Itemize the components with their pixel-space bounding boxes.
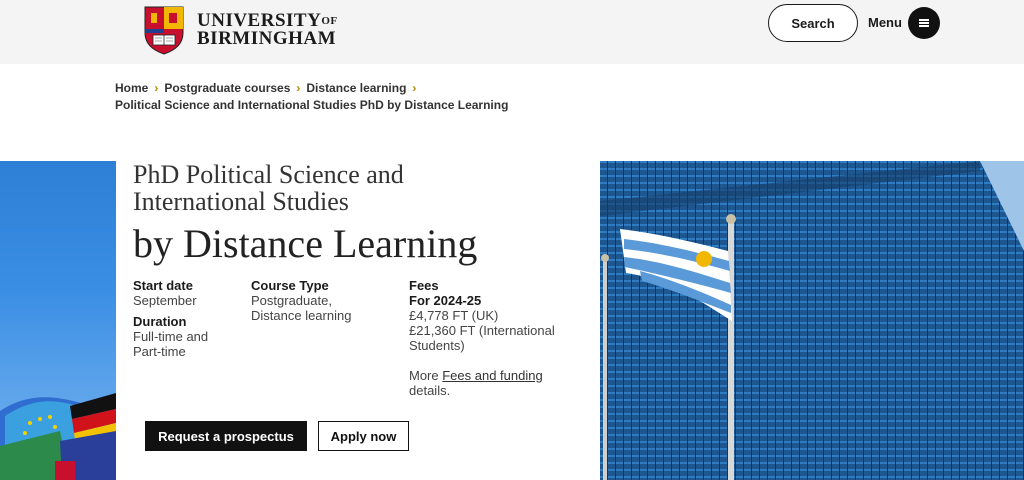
crest-icon <box>144 6 184 55</box>
breadcrumb-current: Political Science and International Stud… <box>115 98 509 112</box>
building-illustration <box>600 161 1024 480</box>
start-duration-column: Start date September Duration Full-time … <box>133 278 243 359</box>
fees-uk: £4,778 FT (UK) <box>409 308 499 323</box>
breadcrumb: Home › Postgraduate courses › Distance l… <box>115 80 508 114</box>
fees-year: For 2024-25 <box>409 293 482 308</box>
fees-international-1: £21,360 FT (International <box>409 323 555 338</box>
flags-illustration <box>0 393 116 480</box>
fees-column: Fees For 2024-25 £4,778 FT (UK) £21,360 … <box>409 278 579 398</box>
duration-value-2: Part-time <box>133 344 186 359</box>
menu-button[interactable] <box>908 7 940 39</box>
fees-label: Fees <box>409 278 439 293</box>
breadcrumb-postgraduate-courses[interactable]: Postgraduate courses <box>164 80 290 97</box>
start-date-label: Start date <box>133 278 193 293</box>
title-line-2: International Studies <box>133 187 349 216</box>
site-header: UNIVERSITYOF BIRMINGHAM Search Menu <box>0 0 1024 64</box>
apply-now-button[interactable]: Apply now <box>318 421 409 451</box>
course-title-prefix: PhD Political Science and International … <box>133 161 533 215</box>
course-type-label: Course Type <box>251 278 329 293</box>
more-fees-text: More Fees and funding <box>409 368 579 383</box>
more-suffix: details. <box>409 383 451 398</box>
duration-value-1: Full-time and <box>133 329 209 344</box>
fees-international-2: Students) <box>409 338 465 353</box>
hero-image-flags <box>0 161 116 480</box>
more-prefix: More <box>409 368 443 383</box>
course-type-value-1: Postgraduate, <box>251 293 332 308</box>
fees-and-funding-link[interactable]: Fees and funding <box>442 368 542 383</box>
chevron-right-icon: › <box>296 81 301 95</box>
course-type-value-2: Distance learning <box>251 308 352 323</box>
university-logo[interactable]: UNIVERSITYOF BIRMINGHAM <box>143 5 338 55</box>
chevron-right-icon: › <box>412 81 417 95</box>
menu-label[interactable]: Menu <box>868 15 902 30</box>
logo-wordmark: UNIVERSITYOF BIRMINGHAM <box>197 11 338 49</box>
hamburger-icon <box>919 22 929 24</box>
duration-label: Duration <box>133 314 187 329</box>
search-button[interactable]: Search <box>768 4 858 42</box>
logo-of: OF <box>321 15 338 27</box>
breadcrumb-distance-learning[interactable]: Distance learning <box>306 80 406 97</box>
hero-image-un-building <box>600 161 1024 480</box>
title-line-1: PhD Political Science and <box>133 160 404 189</box>
breadcrumb-home[interactable]: Home <box>115 80 148 97</box>
logo-line2: BIRMINGHAM <box>197 28 337 49</box>
request-prospectus-button[interactable]: Request a prospectus <box>145 421 307 451</box>
chevron-right-icon: › <box>154 81 159 95</box>
course-title-main: by Distance Learning <box>133 221 478 266</box>
start-date-value: September <box>133 293 197 308</box>
course-type-column: Course Type Postgraduate, Distance learn… <box>251 278 391 323</box>
